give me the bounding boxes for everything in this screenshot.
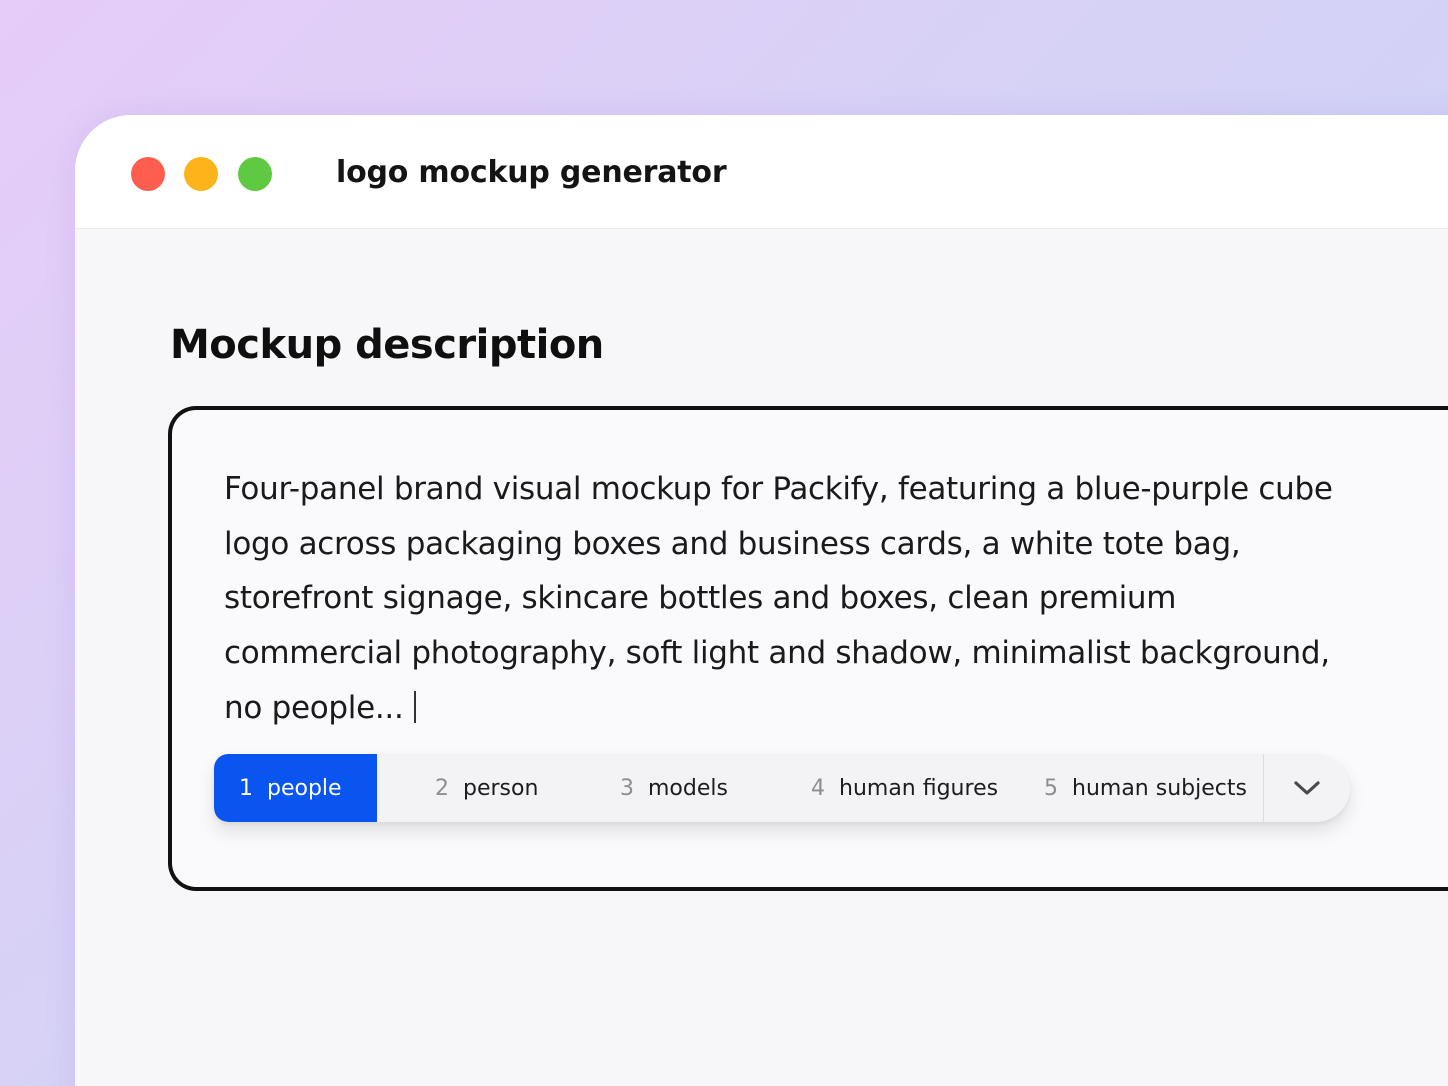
suggestion-human-figures[interactable]: 4 human figures	[811, 754, 998, 822]
suggestion-index: 5	[1044, 775, 1058, 801]
suggestion-index: 1	[239, 775, 253, 801]
title-bar: logo mockup generator	[75, 115, 1448, 229]
description-text-container[interactable]: Four-panel brand visual mockup for Packi…	[224, 462, 1364, 736]
section-title: Mockup description	[170, 322, 604, 368]
suggestion-person[interactable]: 2 person	[435, 754, 538, 822]
close-window-button[interactable]	[131, 157, 165, 191]
suggestion-people[interactable]: 1 people	[214, 754, 377, 822]
suggestion-human-subjects[interactable]: 5 human subjects	[1044, 754, 1247, 822]
suggestion-label: person	[463, 775, 539, 801]
description-text: Four-panel brand visual mockup for Packi…	[224, 471, 1333, 726]
autocomplete-suggestions-bar: 1 people 2 person 3 models 4 human figur…	[214, 754, 1350, 822]
window-title: logo mockup generator	[336, 155, 727, 190]
app-window: logo mockup generator Mockup description…	[75, 115, 1448, 1086]
text-cursor	[413, 690, 416, 723]
chevron-down-icon	[1294, 781, 1320, 795]
suggestion-label: models	[648, 775, 728, 801]
suggestion-label: people	[267, 775, 342, 801]
suggestion-label: human figures	[839, 775, 999, 801]
suggestion-index: 4	[811, 775, 825, 801]
minimize-window-button[interactable]	[184, 157, 218, 191]
description-textarea[interactable]: Four-panel brand visual mockup for Packi…	[168, 406, 1448, 891]
maximize-window-button[interactable]	[238, 157, 272, 191]
suggestion-models[interactable]: 3 models	[620, 754, 728, 822]
suggestion-index: 2	[435, 775, 449, 801]
expand-suggestions-button[interactable]	[1264, 754, 1350, 822]
suggestion-label: human subjects	[1072, 775, 1247, 801]
suggestion-index: 3	[620, 775, 634, 801]
